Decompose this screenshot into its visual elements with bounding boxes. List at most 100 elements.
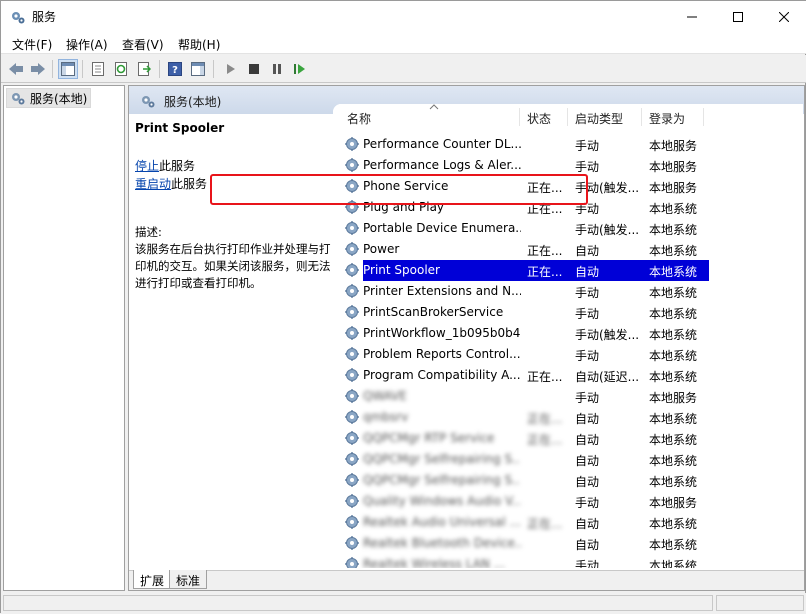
restart-service-link[interactable]: 重启动: [135, 177, 171, 191]
properties-button[interactable]: [88, 59, 108, 79]
service-startup-type: 自动: [575, 433, 600, 447]
column-logon-as[interactable]: 登录为: [649, 110, 685, 127]
service-gear-icon: [344, 514, 361, 531]
service-logon-as: 本地服务: [649, 391, 698, 405]
service-name: Power: [363, 242, 400, 256]
service-row[interactable]: Portable Device Enumera... 手动(触发... 本地系统: [333, 218, 733, 239]
back-arrow-icon: [9, 63, 23, 75]
service-logon-as: 本地系统: [649, 538, 698, 552]
service-logon-as: 本地系统: [649, 454, 698, 468]
service-logon-as: 本地系统: [649, 559, 698, 568]
selected-service-name: Print Spooler: [135, 121, 225, 135]
pause-service-button[interactable]: [267, 59, 287, 79]
service-logon-as: 本地系统: [649, 307, 698, 321]
service-name: Print Spooler: [363, 263, 440, 277]
service-row[interactable]: QWAVE 手动 本地服务: [333, 386, 733, 407]
service-gear-icon: [344, 556, 361, 568]
service-row[interactable]: Realtek Audio Universal ... 正在... 自动 本地系统: [333, 512, 733, 533]
service-status: 正在...: [527, 370, 563, 384]
restart-icon: [294, 64, 305, 74]
service-startup-type: 手动: [575, 496, 600, 510]
service-logon-as: 本地系统: [649, 433, 698, 447]
menu-file[interactable]: 文件(F): [12, 36, 52, 53]
description-text: 该服务在后台执行打印作业并处理与打印机的交互。如果关闭该服务，则无法进行打印或查…: [135, 242, 331, 290]
tree-node-services-local[interactable]: 服务(本地): [6, 88, 92, 108]
service-row[interactable]: PrintScanBrokerService 手动 本地系统: [333, 302, 733, 323]
service-name: QQPCMgr RTP Service: [363, 431, 495, 445]
tab-standard[interactable]: 标准: [169, 570, 208, 589]
column-name[interactable]: 名称: [347, 110, 371, 127]
service-gear-icon: [344, 136, 361, 153]
column-status[interactable]: 状态: [527, 110, 551, 127]
back-button[interactable]: [6, 59, 26, 79]
show-action-pane-button[interactable]: [188, 59, 208, 79]
column-header: 名称 状态 启动类型 登录为: [333, 104, 803, 128]
export-list-button[interactable]: [134, 59, 154, 79]
service-row[interactable]: Realtek Bluetooth Device... 自动 本地系统: [333, 533, 733, 554]
menu-view[interactable]: 查看(V): [122, 36, 164, 53]
forward-button[interactable]: [28, 59, 48, 79]
menu-bar: 文件(F) 操作(A) 查看(V) 帮助(H): [1, 32, 806, 54]
menu-help[interactable]: 帮助(H): [178, 36, 220, 53]
service-row[interactable]: Printer Extensions and N... 手动 本地系统: [333, 281, 733, 302]
service-logon-as: 本地服务: [649, 139, 698, 153]
service-name: PrintScanBrokerService: [363, 305, 504, 319]
window-title: 服务: [32, 10, 57, 24]
console-tree-icon: [61, 62, 75, 76]
service-row[interactable]: Program Compatibility A... 正在... 自动(延迟... 本…: [333, 365, 733, 386]
service-row[interactable]: Performance Counter DL... 手动 本地服务: [333, 134, 733, 155]
show-console-tree-button[interactable]: [58, 59, 78, 79]
service-startup-type: 自动: [575, 454, 600, 468]
tab-extended[interactable]: 扩展: [133, 570, 172, 589]
service-row[interactable]: QQPCMgr Selfrepairing S... 自动 本地系统: [333, 449, 733, 470]
refresh-button[interactable]: [111, 59, 131, 79]
service-name: Program Compatibility A...: [363, 368, 521, 382]
service-row[interactable]: PrintWorkflow_1b095b0b4 手动(触发... 本地系统: [333, 323, 733, 344]
service-status: 正在...: [527, 517, 563, 531]
service-name: QQPCMgr Selfrepairing S...: [363, 452, 521, 466]
service-row[interactable]: QQPCMgr RTP Service 正在... 自动 本地系统: [333, 428, 733, 449]
maximize-icon: [733, 11, 743, 22]
column-startup-type[interactable]: 启动类型: [575, 110, 623, 127]
forward-arrow-icon: [31, 63, 45, 75]
help-button[interactable]: ?: [165, 59, 185, 79]
service-row[interactable]: Print Spooler 正在... 自动 本地系统: [333, 260, 733, 281]
service-startup-type: 手动(触发...: [575, 328, 640, 342]
console-tree: 服务(本地): [3, 85, 125, 591]
service-logon-as: 本地系统: [649, 202, 698, 216]
stop-service-button[interactable]: [244, 59, 264, 79]
start-service-button[interactable]: [221, 59, 241, 79]
stop-service-link[interactable]: 停止: [135, 159, 159, 173]
minimize-icon: [687, 16, 697, 17]
service-row[interactable]: Power 正在... 自动 本地系统: [333, 239, 733, 260]
service-startup-type: 自动: [575, 412, 600, 426]
service-startup-type: 手动: [575, 391, 600, 405]
service-row[interactable]: qmbsrv 正在... 自动 本地系统: [333, 407, 733, 428]
service-row[interactable]: Problem Reports Control... 手动 本地系统: [333, 344, 733, 365]
services-gear-icon: [142, 96, 155, 108]
service-row[interactable]: Realtek Wireless LAN ... 手动 本地系统: [333, 554, 733, 568]
service-logon-as: 本地系统: [649, 286, 698, 300]
service-startup-type: 手动: [575, 307, 600, 321]
view-tabs: 扩展 标准: [129, 570, 804, 590]
description-label: 描述:: [135, 225, 162, 239]
minimize-button[interactable]: [669, 1, 715, 32]
service-logon-as: 本地服务: [649, 181, 698, 195]
pause-icon: [273, 64, 281, 74]
service-name: Performance Logs & Aler...: [363, 158, 521, 172]
close-button[interactable]: [761, 1, 806, 32]
service-gear-icon: [344, 367, 361, 384]
service-status: 正在...: [527, 265, 563, 279]
service-startup-type: 自动: [575, 517, 600, 531]
service-row[interactable]: QQPCMgr Selfrepairing S... 自动 本地系统: [333, 470, 733, 491]
service-gear-icon: [344, 157, 361, 174]
service-logon-as: 本地系统: [649, 370, 698, 384]
service-startup-type: 自动: [575, 265, 600, 279]
restart-service-button[interactable]: [290, 59, 310, 79]
service-row[interactable]: Quality Windows Audio V... 手动 本地服务: [333, 491, 733, 512]
service-row[interactable]: Performance Logs & Aler... 手动 本地服务: [333, 155, 733, 176]
menu-action[interactable]: 操作(A): [66, 36, 108, 53]
service-startup-type: 自动(延迟...: [575, 370, 640, 384]
maximize-button[interactable]: [715, 1, 761, 32]
svg-text:?: ?: [172, 65, 178, 76]
